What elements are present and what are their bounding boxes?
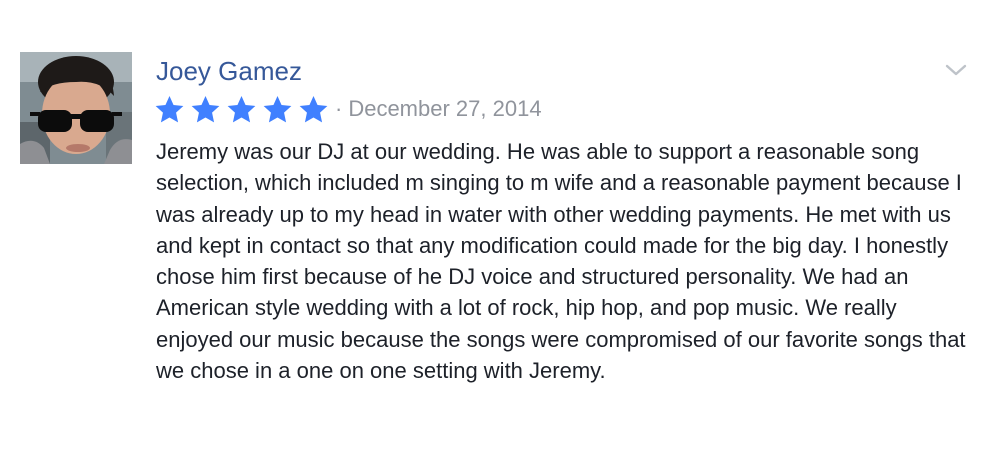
chevron-down-icon[interactable] bbox=[944, 62, 968, 78]
meta-separator: · bbox=[335, 96, 343, 121]
star-icon bbox=[227, 95, 256, 122]
avatar-photo bbox=[20, 52, 132, 164]
author-name-link[interactable]: Joey Gamez bbox=[156, 54, 302, 88]
star-icon bbox=[191, 95, 220, 122]
review-card: Joey Gamez · December 27, 2014 Jeremy wa… bbox=[20, 52, 980, 452]
star-icon bbox=[263, 95, 292, 122]
review-date-link[interactable]: December 27, 2014 bbox=[348, 94, 541, 124]
star-icon bbox=[299, 95, 328, 122]
star-rating bbox=[154, 95, 333, 124]
avatar[interactable] bbox=[20, 52, 132, 164]
review-meta: · December 27, 2014 bbox=[154, 94, 542, 124]
star-icon bbox=[155, 95, 184, 122]
review-text: Jeremy was our DJ at our wedding. He was… bbox=[156, 139, 966, 384]
